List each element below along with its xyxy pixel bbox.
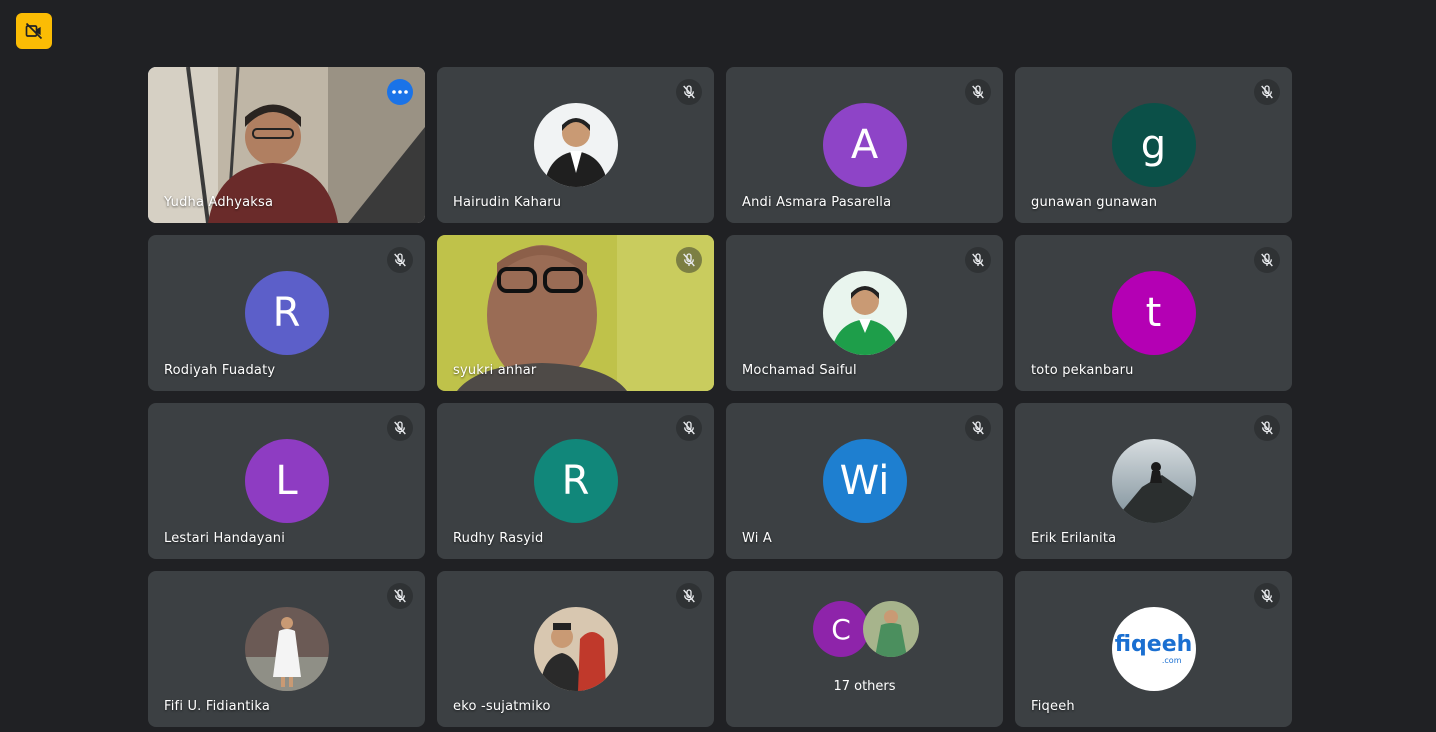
participant-avatar: Wi [822,439,907,523]
participant-tile[interactable]: t toto pekanbaru [1015,235,1292,391]
video-off-badge[interactable] [16,13,52,49]
participant-name: Yudha Adhyaksa [164,195,274,210]
mic-off-icon [394,253,406,267]
mic-off-indicator [676,415,702,441]
participant-tile[interactable]: Erik Erilanita [1015,403,1292,559]
participant-tile[interactable]: Wi Wi A [726,403,1003,559]
more-options-button[interactable] [387,79,413,105]
mic-off-icon [972,253,984,267]
participant-avatar [533,607,618,691]
participant-tile[interactable]: R Rodiyah Fuadaty [148,235,425,391]
participant-avatar: A [822,103,907,187]
avatar-initial: A [850,122,879,168]
video-off-icon [25,22,43,40]
mic-off-indicator [387,247,413,273]
participant-avatar: g [1111,103,1196,187]
mic-off-icon [1261,253,1273,267]
others-avatar-initial: C [813,601,869,657]
participant-name: Rodiyah Fuadaty [164,363,276,378]
mic-off-icon [394,421,406,435]
participant-avatar [533,103,618,187]
participant-tile[interactable]: syukri anhar [437,235,714,391]
mic-off-indicator [965,415,991,441]
mic-off-indicator [965,79,991,105]
participant-name: eko -sujatmiko [453,699,551,714]
participant-name: syukri anhar [453,363,537,378]
mic-off-icon [1261,85,1273,99]
more-options-icon [392,90,408,94]
logo-sub: .com [1161,655,1182,665]
participant-avatar: L [244,439,329,523]
participant-name: gunawan gunawan [1031,195,1158,210]
mic-off-icon [683,85,695,99]
participant-name: Andi Asmara Pasarella [742,195,892,210]
mic-off-indicator [676,583,702,609]
mic-off-icon [972,85,984,99]
mic-off-indicator [387,415,413,441]
participant-name: Lestari Handayani [164,531,286,546]
participant-grid: Yudha Adhyaksa Hairudin Kaharu A Andi Asmar… [148,67,1292,727]
participant-name: toto pekanbaru [1031,363,1134,378]
others-avatar-photo [863,601,919,657]
participant-tile[interactable]: eko -sujatmiko [437,571,714,727]
participant-name: Fifi U. Fidiantika [164,699,271,714]
mic-off-icon [683,253,695,267]
participant-avatar: R [244,271,329,355]
participant-tile[interactable]: R Rudhy Rasyid [437,403,714,559]
participant-tile[interactable]: L Lestari Handayani [148,403,425,559]
mic-off-icon [1261,421,1273,435]
participant-tile[interactable]: C 17 others [726,571,1003,727]
mic-off-icon [683,589,695,603]
mic-off-indicator [1254,583,1280,609]
participant-name: Fiqeeh [1031,699,1075,714]
participant-name: Erik Erilanita [1031,531,1117,546]
participant-tile[interactable]: g gunawan gunawan [1015,67,1292,223]
avatar-initial: t [1145,290,1162,336]
mic-off-icon [972,421,984,435]
participant-avatar: t [1111,271,1196,355]
others-count: 17 others [833,679,896,694]
mic-off-indicator [1254,247,1280,273]
mic-off-indicator [387,583,413,609]
mic-off-indicator [676,79,702,105]
participant-name: Rudhy Rasyid [453,531,544,546]
mic-off-indicator [1254,79,1280,105]
avatar-initial: L [275,458,298,504]
participant-tile[interactable]: Yudha Adhyaksa [148,67,425,223]
mic-off-indicator [676,247,702,273]
participant-tile[interactable]: Fifi U. Fidiantika [148,571,425,727]
avatar-initial: g [1140,122,1167,168]
participant-name: Wi A [742,531,773,546]
participant-tile[interactable]: A Andi Asmara Pasarella [726,67,1003,223]
avatar-initial: R [272,290,301,336]
participant-avatar [822,271,907,355]
mic-off-indicator [1254,415,1280,441]
participant-tile[interactable]: fiqeeh .com Fiqeeh [1015,571,1292,727]
mic-off-icon [683,421,695,435]
avatar-initial: Wi [839,458,890,504]
avatar-initial: R [561,458,590,504]
logo-text: fiqeeh [1114,631,1193,657]
mic-off-indicator [965,247,991,273]
participant-avatar [244,607,329,691]
mic-off-icon [394,589,406,603]
participant-avatar [1111,439,1196,523]
mic-off-icon [1261,589,1273,603]
participant-avatar: fiqeeh .com [1111,607,1196,691]
participant-name: Mochamad Saiful [742,363,857,378]
participant-name: Hairudin Kaharu [453,195,562,210]
participant-tile[interactable]: Mochamad Saiful [726,235,1003,391]
participant-avatar: R [533,439,618,523]
participant-tile[interactable]: Hairudin Kaharu [437,67,714,223]
others-avatars: C [726,601,1003,659]
